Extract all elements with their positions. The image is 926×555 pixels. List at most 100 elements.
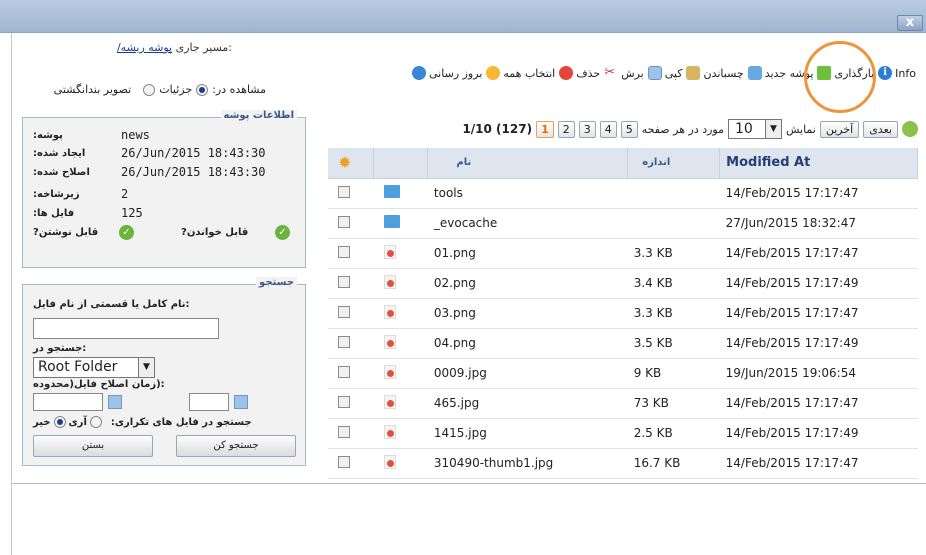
info-key: :زیرشاخه xyxy=(33,189,80,200)
table-row[interactable]: _evocache 27/Jun/2015 18:32:47 xyxy=(328,208,918,239)
table-row[interactable]: 1415.jpg 2.5 KB 14/Feb/2015 17:17:49 xyxy=(328,418,918,449)
header-area: :مسیر جاری پوشه ریشه/ مشاهده در: جزئیات … xyxy=(12,33,926,105)
row-icon-cell xyxy=(373,268,428,299)
file-name[interactable]: 465.jpg xyxy=(427,388,628,419)
row-checkbox[interactable] xyxy=(338,185,350,198)
path-label: :مسیر جاری xyxy=(175,41,232,54)
search-name-input[interactable] xyxy=(33,318,219,339)
readable-check-icon: ✓ xyxy=(275,225,290,240)
file-name[interactable]: 1415.jpg xyxy=(427,418,628,449)
row-checkbox[interactable] xyxy=(338,305,350,318)
file-name[interactable]: 310490-thumb1.jpg xyxy=(427,448,628,479)
row-checkbox[interactable] xyxy=(338,395,350,408)
folder-info-panel: اطلاعات پوشه :پوشه news :ایجاد شده 26/Ju… xyxy=(22,110,306,268)
per-page-value: 10 xyxy=(735,121,753,137)
view-details-label: جزئیات xyxy=(159,83,193,96)
cut-label: برش xyxy=(621,66,644,80)
row-checkbox[interactable] xyxy=(338,335,350,348)
row-checkbox[interactable] xyxy=(338,425,350,438)
file-name[interactable]: tools xyxy=(427,178,628,209)
select-all-button[interactable]: انتخاب همه xyxy=(486,66,555,80)
row-checkbox[interactable] xyxy=(338,455,350,468)
refresh-button[interactable]: بروز رسانی xyxy=(412,66,482,80)
page-3-button[interactable]: 3 xyxy=(578,120,596,138)
file-modified: 14/Feb/2015 17:17:47 xyxy=(719,448,918,479)
file-modified: 14/Feb/2015 17:17:47 xyxy=(719,388,918,419)
file-name[interactable]: 04.png xyxy=(427,328,628,359)
copy-label: کپی xyxy=(664,66,683,80)
table-row[interactable]: tools 14/Feb/2015 17:17:47 xyxy=(328,178,918,209)
view-thumbs-radio[interactable] xyxy=(143,83,156,96)
current-path: :مسیر جاری پوشه ریشه/ xyxy=(117,41,232,54)
file-name[interactable]: 0009.jpg xyxy=(427,358,628,389)
file-modified: 14/Feb/2015 17:17:47 xyxy=(719,238,918,269)
row-checkbox-cell xyxy=(328,208,374,239)
table-row[interactable]: 0009.jpg 9 KB 19/Jun/2015 19:06:54 xyxy=(328,358,918,389)
file-size: 3.3 KB xyxy=(627,298,720,329)
table-row[interactable]: 01.png 3.3 KB 14/Feb/2015 17:17:47 xyxy=(328,238,918,269)
search-date-label: :(زمان اصلاح فایل(محدوده xyxy=(33,379,165,390)
row-checkbox-cell xyxy=(328,388,374,419)
file-modified: 14/Feb/2015 17:17:49 xyxy=(719,418,918,449)
per-page-select[interactable]: 10 ▼ xyxy=(728,119,782,139)
file-manager-window: x :مسیر جاری پوشه ریشه/ مشاهده در: جزئیا… xyxy=(0,0,926,555)
view-label: مشاهده در: xyxy=(212,83,266,96)
size-header[interactable]: اندازه xyxy=(627,148,721,179)
view-details-radio[interactable] xyxy=(196,83,209,96)
info-button[interactable]: Info i xyxy=(878,66,916,80)
close-search-button[interactable]: بستن xyxy=(33,435,153,457)
next-page-button[interactable]: بعدی xyxy=(863,120,898,138)
table-row[interactable]: 03.png 3.3 KB 14/Feb/2015 17:17:47 xyxy=(328,298,918,329)
copy-button[interactable]: کپی xyxy=(647,66,683,80)
table-row[interactable]: 02.png 3.4 KB 14/Feb/2015 17:17:49 xyxy=(328,268,918,299)
table-row[interactable]: 04.png 3.5 KB 14/Feb/2015 17:17:49 xyxy=(328,328,918,359)
table-row[interactable]: 465.jpg 73 KB 14/Feb/2015 17:17:47 xyxy=(328,388,918,419)
name-header[interactable]: نام xyxy=(427,148,629,179)
search-in-select[interactable]: Root Folder ▼ xyxy=(33,357,155,378)
select-all-label: انتخاب همه xyxy=(503,66,556,80)
cut-button[interactable]: برش ✂ xyxy=(604,66,644,80)
file-name[interactable]: _evocache xyxy=(427,208,628,239)
paste-icon xyxy=(686,66,701,80)
table-header-row: ✹ نام اندازه Modified At xyxy=(328,148,918,179)
dup-no-radio[interactable] xyxy=(53,416,66,428)
page-5-button[interactable]: 5 xyxy=(620,120,638,138)
file-name[interactable]: 01.png xyxy=(427,238,628,269)
file-name[interactable]: 03.png xyxy=(427,298,628,329)
file-size: 2.5 KB xyxy=(627,418,720,449)
row-checkbox[interactable] xyxy=(338,365,350,378)
image-icon xyxy=(383,454,396,469)
dup-yes-radio[interactable] xyxy=(89,416,102,428)
page-1-button[interactable]: 1 xyxy=(536,120,554,138)
info-key: :ایجاد شده xyxy=(33,148,86,159)
paste-button[interactable]: چسباندن xyxy=(686,66,744,80)
file-name[interactable]: 02.png xyxy=(427,268,628,299)
date-from-input[interactable] xyxy=(33,393,103,411)
close-button[interactable]: x xyxy=(897,15,923,31)
readable-label: ?قابل خواندن xyxy=(181,227,249,238)
delete-button[interactable]: حذف xyxy=(559,66,600,80)
highlight-annotation xyxy=(804,41,876,113)
file-modified: 14/Feb/2015 17:17:47 xyxy=(719,298,918,329)
select-all-star-icon[interactable]: ✹ xyxy=(338,153,351,172)
select-all-header[interactable]: ✹ xyxy=(328,148,375,179)
file-size: 9 KB xyxy=(627,358,720,389)
date-to-input[interactable] xyxy=(189,393,229,411)
search-button[interactable]: جستجو کن xyxy=(176,435,296,457)
root-folder-link[interactable]: پوشه ریشه/ xyxy=(117,41,172,54)
info-row-modified: :اصلاح شده 26/Jun/2015 18:43:30 xyxy=(23,165,305,181)
file-size: 3.4 KB xyxy=(627,268,720,299)
row-checkbox[interactable] xyxy=(338,275,350,288)
row-checkbox[interactable] xyxy=(338,245,350,258)
last-page-button[interactable]: آخرین xyxy=(819,120,860,138)
modified-header[interactable]: Modified At xyxy=(719,148,918,179)
page-4-button[interactable]: 4 xyxy=(599,120,617,138)
table-row[interactable]: 310490-thumb1.jpg 16.7 KB 14/Feb/2015 17:1… xyxy=(328,448,918,479)
calendar-icon[interactable] xyxy=(108,395,122,409)
file-size: 16.7 KB xyxy=(627,448,720,479)
calendar-icon[interactable] xyxy=(234,395,248,409)
row-checkbox[interactable] xyxy=(338,215,350,228)
row-icon-cell xyxy=(373,358,428,389)
page-2-button[interactable]: 2 xyxy=(557,120,575,138)
row-icon-cell xyxy=(373,238,428,269)
